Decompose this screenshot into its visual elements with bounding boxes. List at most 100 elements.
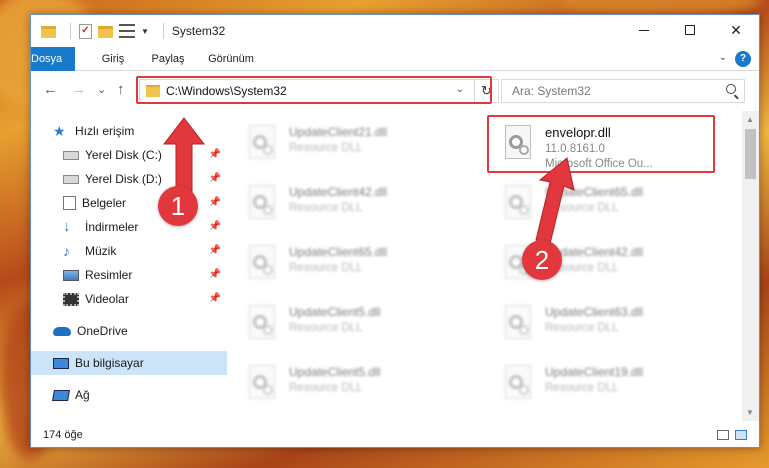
file-name: UpdateClient21.dll	[289, 125, 388, 139]
sidebar-item-videos[interactable]: Videolar 📌	[31, 287, 227, 311]
pin-icon[interactable]: 📌	[209, 269, 221, 280]
file-name: UpdateClient42.dll	[289, 185, 388, 199]
window-title: System32	[171, 24, 226, 38]
dll-file-icon	[501, 125, 535, 165]
sidebar-item-label: Yerel Disk (C:)	[85, 148, 162, 162]
dll-file-icon	[245, 365, 279, 405]
properties-check-icon[interactable]: ✓	[79, 23, 92, 39]
recent-locations-button[interactable]: ⌄	[97, 83, 106, 96]
search-icon[interactable]	[726, 84, 736, 94]
dll-file-icon	[501, 305, 535, 345]
up-button[interactable]: ↑	[117, 81, 125, 98]
sidebar-item-label: Resimler	[85, 268, 133, 282]
scrollbar-thumb[interactable]	[745, 129, 756, 179]
music-icon: ♪	[63, 243, 70, 259]
dll-file-icon	[245, 245, 279, 285]
file-name: UpdateClient19.dll	[545, 365, 644, 379]
sidebar-item-label: Hızlı erişim	[75, 124, 135, 138]
address-bar[interactable]: C:\Windows\System32 ⌄ ↻	[139, 79, 499, 103]
item-count: 174 öğe	[43, 429, 83, 441]
file-item[interactable]: UpdateClient65.dll Resource DLL	[229, 241, 459, 293]
file-item[interactable]: UpdateClient63.dll Resource DLL	[491, 301, 721, 353]
sidebar-item-local-disk-d[interactable]: Yerel Disk (D:) 📌	[31, 167, 227, 191]
forward-button[interactable]: →	[71, 81, 86, 98]
scroll-down-icon[interactable]: ▼	[746, 408, 754, 417]
ribbon: Dosya Giriş Paylaş Görünüm ⌄ ?	[31, 47, 759, 99]
dll-file-icon	[245, 305, 279, 345]
close-icon: ✕	[730, 21, 742, 38]
divider	[70, 23, 71, 39]
file-name: UpdateClient65.dll	[545, 185, 644, 199]
step-badge-2: 2	[522, 240, 562, 280]
minimize-button[interactable]	[621, 15, 667, 45]
pictures-icon	[63, 269, 79, 281]
new-folder-icon[interactable]	[98, 26, 113, 38]
file-list: UpdateClient21.dll Resource DLL UpdateCli…	[229, 111, 743, 421]
dll-file-icon	[501, 185, 535, 225]
close-button[interactable]: ✕	[713, 15, 759, 45]
scroll-up-icon[interactable]: ▲	[746, 115, 754, 124]
sidebar-item-downloads[interactable]: ↓ İndirmeler 📌	[31, 215, 227, 239]
chevron-down-icon[interactable]: ⌄	[719, 52, 727, 63]
search-input[interactable]: Ara: System32	[501, 79, 745, 103]
file-item[interactable]: UpdateClient5.dll Resource DLL	[229, 361, 459, 413]
cloud-icon	[53, 326, 71, 336]
chevron-down-icon[interactable]: ⌄	[456, 84, 464, 95]
sidebar-item-label: Müzik	[85, 244, 117, 258]
sidebar-item-onedrive[interactable]: OneDrive	[31, 319, 227, 343]
file-description: Resource DLL	[289, 142, 363, 154]
dll-file-icon	[245, 125, 279, 165]
file-item-envelopr[interactable]: envelopr.dll 11.0.8161.0 Microsoft Offic…	[491, 121, 721, 181]
sidebar-item-local-disk-c[interactable]: Yerel Disk (C:) 📌	[31, 143, 227, 167]
dll-file-icon	[245, 185, 279, 225]
maximize-button[interactable]	[667, 15, 713, 45]
search-placeholder: Ara: System32	[512, 84, 591, 98]
title-bar: ✓ ▼ System32 ✕	[31, 15, 759, 47]
pin-icon[interactable]: 📌	[209, 221, 221, 232]
divider	[162, 23, 164, 39]
file-item[interactable]: UpdateClient19.dll Resource DLL	[491, 361, 721, 413]
sidebar-item-network[interactable]: Ağ	[31, 383, 227, 407]
sidebar-item-label: İndirmeler	[85, 220, 139, 234]
refresh-button[interactable]: ↻	[474, 80, 498, 102]
file-description: Resource DLL	[289, 322, 363, 334]
file-name: UpdateClient65.dll	[289, 245, 388, 259]
pin-icon[interactable]: 📌	[209, 149, 221, 160]
address-path[interactable]: C:\Windows\System32	[166, 84, 287, 98]
sidebar-item-label: Videolar	[85, 292, 129, 306]
large-icons-view-icon[interactable]	[735, 430, 747, 440]
star-icon: ★	[53, 123, 66, 139]
maximize-icon	[685, 25, 695, 35]
chevron-down-icon[interactable]: ▼	[141, 27, 149, 36]
details-view-icon[interactable]	[717, 430, 729, 440]
file-description: Resource DLL	[289, 202, 363, 214]
drive-icon	[63, 150, 79, 160]
help-icon[interactable]: ?	[735, 51, 751, 67]
file-description: Resource DLL	[545, 202, 619, 214]
vertical-scrollbar[interactable]: ▲ ▼	[742, 111, 759, 421]
view-details-icon[interactable]	[119, 24, 135, 38]
back-button[interactable]: ←	[43, 81, 58, 98]
videos-icon	[63, 292, 79, 306]
pin-icon[interactable]: 📌	[209, 197, 221, 208]
file-item[interactable]: UpdateClient65.dll Resource DLL	[491, 181, 721, 233]
pin-icon[interactable]: 📌	[209, 293, 221, 304]
sidebar-item-quick-access[interactable]: ★ Hızlı erişim	[31, 119, 227, 143]
file-item[interactable]: UpdateClient21.dll Resource DLL	[229, 121, 459, 173]
network-icon	[52, 389, 70, 401]
file-name: envelopr.dll	[545, 125, 611, 140]
tab-home[interactable]: Giriş	[91, 47, 135, 71]
sidebar-item-label: OneDrive	[77, 324, 128, 338]
pin-icon[interactable]: 📌	[209, 245, 221, 256]
sidebar-item-pictures[interactable]: Resimler 📌	[31, 263, 227, 287]
status-bar: 174 öğe	[31, 421, 759, 447]
file-item[interactable]: UpdateClient42.dll Resource DLL	[229, 181, 459, 233]
tab-share[interactable]: Paylaş	[143, 47, 193, 71]
file-item[interactable]: UpdateClient5.dll Resource DLL	[229, 301, 459, 353]
sidebar-item-this-pc[interactable]: Bu bilgisayar	[31, 351, 227, 375]
folder-icon	[41, 26, 56, 38]
sidebar-item-music[interactable]: ♪ Müzik 📌	[31, 239, 227, 263]
pin-icon[interactable]: 📌	[209, 173, 221, 184]
file-explorer-window: ✓ ▼ System32 ✕ Dosya Giriş Paylaş Görünü…	[30, 14, 760, 448]
tab-view[interactable]: Görünüm	[201, 47, 261, 71]
